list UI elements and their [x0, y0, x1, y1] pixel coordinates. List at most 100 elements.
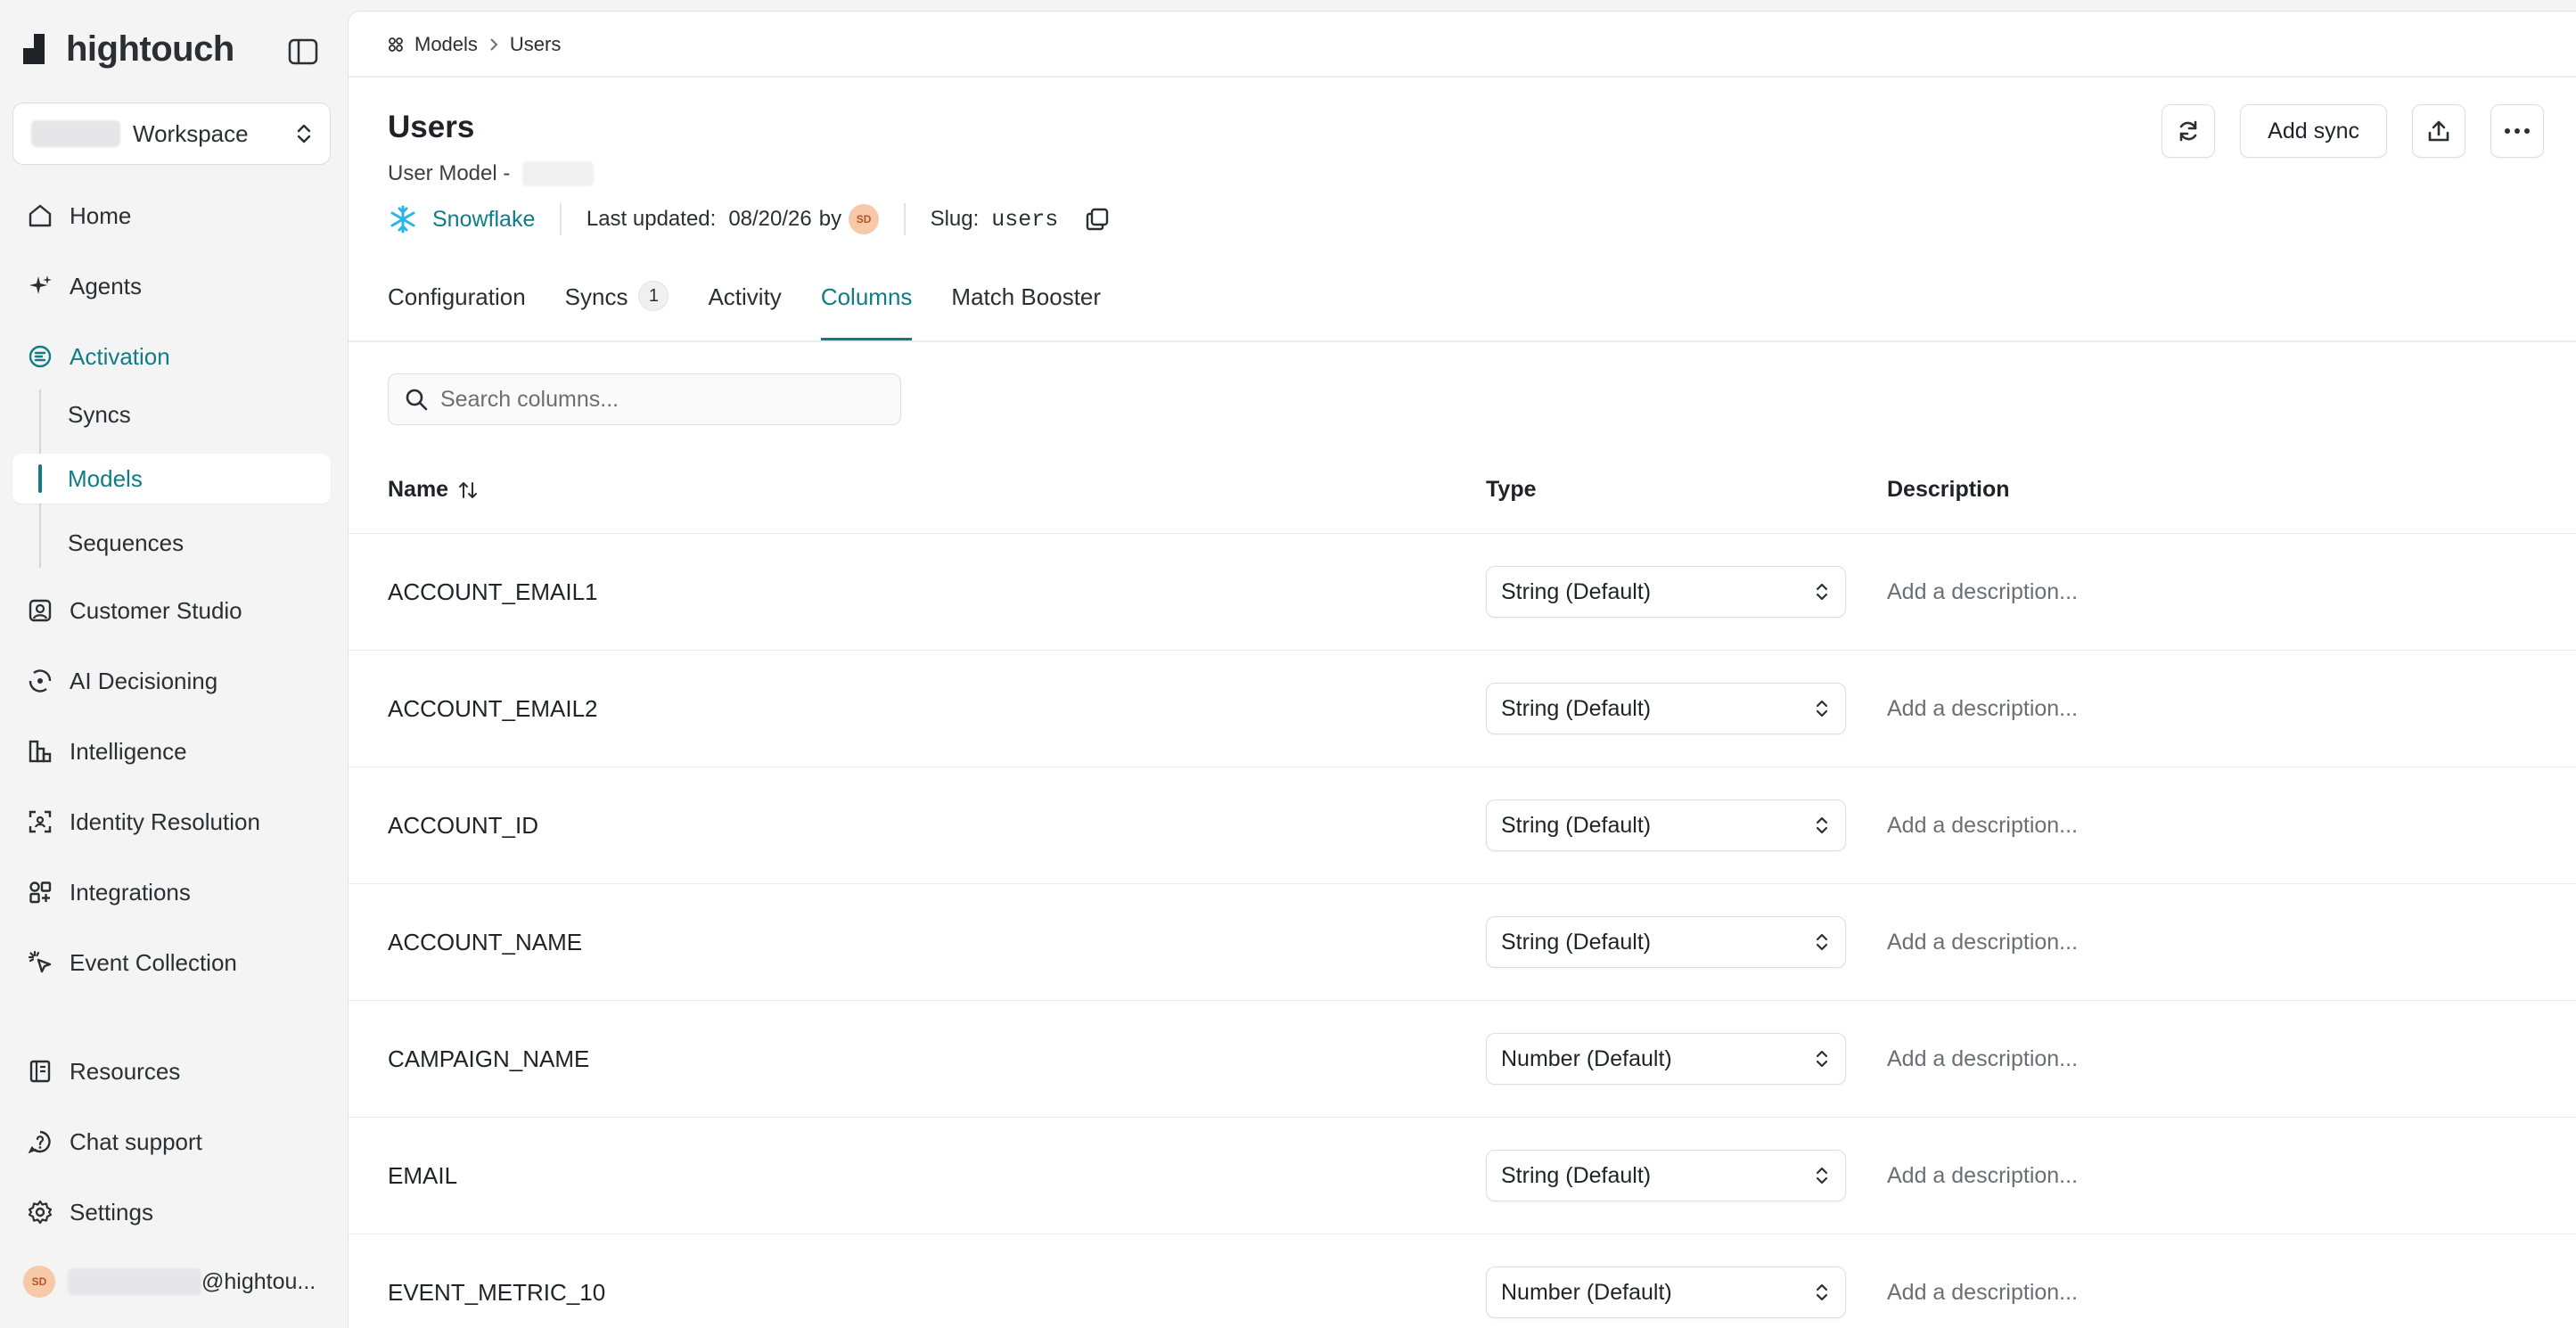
add-sync-button[interactable]: Add sync	[2240, 104, 2387, 158]
table-row: ACCOUNT_EMAIL1 String (Default)	[349, 534, 2576, 651]
sub-nav-item-models[interactable]: Models	[12, 454, 331, 504]
tab-configuration[interactable]: Configuration	[388, 283, 526, 340]
tab-label: Activity	[708, 283, 782, 310]
header-label: Name	[388, 477, 449, 502]
sub-nav-item-syncs[interactable]: Syncs	[12, 389, 331, 439]
page-subtitle: User Model -	[388, 161, 595, 186]
search-columns-field[interactable]	[388, 373, 901, 425]
nav-item-home[interactable]: Home	[12, 187, 331, 244]
sub-nav-label: Syncs	[68, 400, 131, 428]
type-select-value: String (Default)	[1501, 812, 1652, 838]
last-updated-label: Last updated:	[586, 207, 717, 231]
tab-columns[interactable]: Columns	[820, 283, 913, 340]
ai-decisioning-icon	[29, 669, 52, 693]
model-name-redacted	[522, 161, 595, 186]
nav-item-label: AI Decisioning	[70, 667, 218, 694]
breadcrumb-parent-link[interactable]: Models	[414, 33, 478, 56]
divider	[560, 203, 562, 235]
table-row: EMAIL String (Default)	[349, 1118, 2576, 1234]
slug-label: Slug:	[930, 207, 980, 231]
copy-slug-button[interactable]	[1085, 207, 1110, 232]
type-select[interactable]: Number (Default)	[1486, 1267, 1846, 1318]
column-name: ACCOUNT_EMAIL1	[388, 578, 598, 605]
tab-match-booster[interactable]: Match Booster	[951, 283, 1101, 340]
type-select[interactable]: String (Default)	[1486, 566, 1846, 618]
nav-item-label: Customer Studio	[70, 596, 242, 624]
brand-logo[interactable]: hightouch	[23, 27, 234, 71]
tab-activity[interactable]: Activity	[708, 283, 781, 340]
description-input[interactable]	[1887, 1279, 2511, 1306]
type-select[interactable]: String (Default)	[1486, 683, 1846, 734]
type-select[interactable]: String (Default)	[1486, 916, 1846, 968]
nav-item-identity-resolution[interactable]: Identity Resolution	[12, 793, 331, 850]
nav-item-integrations[interactable]: Integrations	[12, 864, 331, 921]
activation-sub-nav: Syncs Models Sequences	[12, 389, 331, 568]
description-input[interactable]	[1887, 929, 2511, 955]
description-input[interactable]	[1887, 812, 2511, 839]
nav-item-agents[interactable]: Agents	[12, 258, 331, 315]
type-select-value: String (Default)	[1501, 929, 1652, 955]
identity-icon	[29, 810, 52, 833]
sub-nav-label: Models	[68, 464, 143, 492]
nav-item-ai-decisioning[interactable]: AI Decisioning	[12, 652, 331, 709]
table-row: EVENT_METRIC_10 Number (Default)	[349, 1234, 2576, 1328]
column-name: ACCOUNT_ID	[388, 811, 539, 839]
sort-icon	[459, 481, 478, 498]
table-row: ACCOUNT_NAME String (Default)	[349, 884, 2576, 1001]
description-input[interactable]	[1887, 1162, 2511, 1189]
search-columns-input[interactable]	[440, 386, 868, 413]
source-link[interactable]: Snowflake	[432, 207, 535, 233]
user-menu[interactable]: SD @hightou...	[23, 1266, 316, 1298]
column-name: CAMPAIGN_NAME	[388, 1045, 590, 1072]
more-options-button[interactable]	[2490, 104, 2544, 158]
refresh-button[interactable]	[2162, 104, 2216, 158]
nav-item-intelligence[interactable]: Intelligence	[12, 723, 331, 780]
type-select-value: Number (Default)	[1501, 1045, 1672, 1071]
columns-table: Name Type Description ACCOUNT_EMAIL1 Str…	[349, 447, 2576, 1328]
nav-item-label: Intelligence	[70, 737, 187, 765]
name-column-header[interactable]: Name	[388, 477, 479, 503]
syncs-count-badge: 1	[638, 281, 669, 311]
sub-nav-item-sequences[interactable]: Sequences	[12, 518, 331, 568]
nav-item-customer-studio[interactable]: Customer Studio	[12, 582, 331, 639]
description-input[interactable]	[1887, 578, 2511, 605]
sidebar-toggle-button[interactable]	[287, 36, 319, 68]
type-select-value: Number (Default)	[1501, 1279, 1672, 1305]
divider	[904, 203, 906, 235]
share-button[interactable]	[2412, 104, 2465, 158]
user-avatar: SD	[23, 1266, 55, 1298]
last-updated-value: 08/20/26	[728, 207, 812, 231]
nav-item-activation[interactable]: Activation	[12, 328, 331, 385]
nav-item-label: Agents	[70, 272, 142, 299]
chevron-up-down-icon	[1816, 816, 1828, 834]
nav-item-chat-support[interactable]: Chat support	[12, 1113, 331, 1170]
chevron-up-down-icon	[1816, 1167, 1828, 1185]
column-name: ACCOUNT_EMAIL2	[388, 694, 598, 722]
table-row: CAMPAIGN_NAME Number (Default)	[349, 1001, 2576, 1118]
type-column-header: Type	[1486, 477, 1537, 502]
nav-item-settings[interactable]: Settings	[12, 1184, 331, 1241]
description-input[interactable]	[1887, 1045, 2511, 1072]
tab-syncs[interactable]: Syncs 1	[564, 281, 669, 340]
nav-item-label: Event Collection	[70, 948, 237, 976]
nav-item-label: Settings	[70, 1198, 153, 1226]
table-header: Name Type Description	[349, 447, 2576, 534]
type-select[interactable]: String (Default)	[1486, 1150, 1846, 1201]
workspace-selector[interactable]: Workspace	[12, 102, 331, 165]
table-row: ACCOUNT_EMAIL2 String (Default)	[349, 651, 2576, 767]
chevron-up-down-icon	[1816, 1283, 1828, 1301]
user-email: @hightou...	[201, 1268, 316, 1294]
type-select[interactable]: Number (Default)	[1486, 1033, 1846, 1085]
workspace-label: Workspace	[133, 119, 249, 147]
integrations-icon	[29, 881, 52, 904]
type-select-value: String (Default)	[1501, 578, 1652, 604]
type-select[interactable]: String (Default)	[1486, 799, 1846, 851]
page-actions: Add sync	[2162, 104, 2544, 158]
description-input[interactable]	[1887, 695, 2511, 722]
table-row: ACCOUNT_ID String (Default)	[349, 767, 2576, 884]
tab-label: Columns	[820, 283, 913, 310]
cursor-click-icon	[28, 950, 52, 973]
nav-item-resources[interactable]: Resources	[12, 1043, 331, 1100]
tab-label: Syncs	[564, 283, 628, 310]
nav-item-event-collection[interactable]: Event Collection	[12, 934, 331, 991]
